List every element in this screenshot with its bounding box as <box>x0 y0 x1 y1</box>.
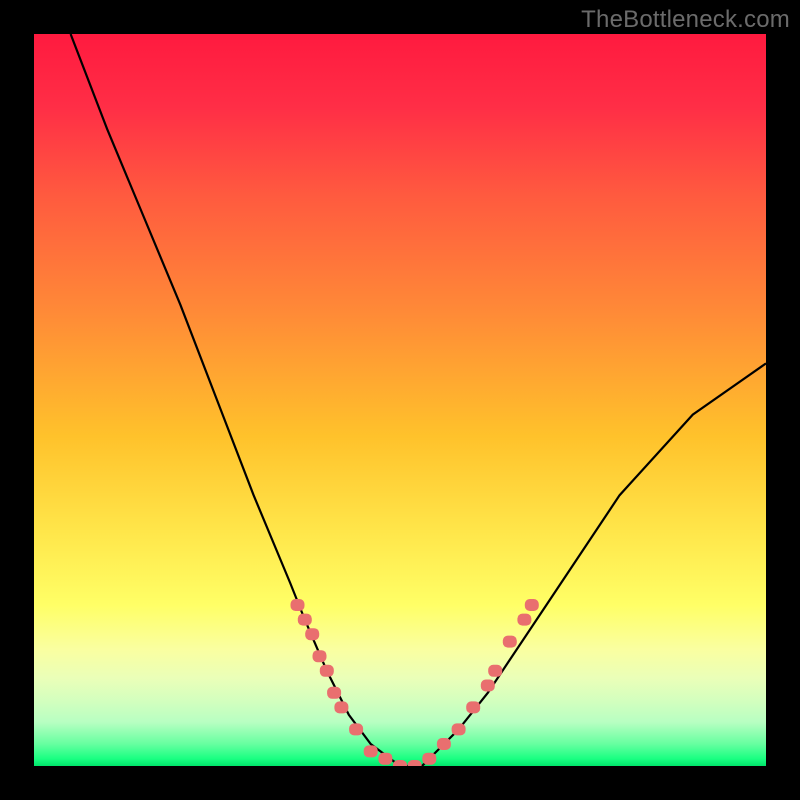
curve-marker <box>488 665 502 677</box>
curve-marker <box>503 636 517 648</box>
curve-markers <box>291 599 539 766</box>
curve-marker <box>437 738 451 750</box>
chart-frame: TheBottleneck.com <box>0 0 800 800</box>
curve-marker <box>349 723 363 735</box>
curve-marker <box>452 723 466 735</box>
curve-marker <box>334 701 348 713</box>
curve-marker <box>525 599 539 611</box>
watermark-text: TheBottleneck.com <box>581 6 790 34</box>
bottleneck-curve-path <box>71 34 766 766</box>
curve-marker <box>298 614 312 626</box>
curve-marker <box>422 753 436 765</box>
curve-marker <box>378 753 392 765</box>
curve-marker <box>393 760 407 766</box>
curve-marker <box>466 701 480 713</box>
curve-marker <box>305 628 319 640</box>
curve-marker <box>291 599 305 611</box>
curve-marker <box>408 760 422 766</box>
curve-marker <box>517 614 531 626</box>
curve-layer <box>34 34 766 766</box>
curve-marker <box>327 687 341 699</box>
curve-line <box>71 34 766 766</box>
curve-marker <box>313 650 327 662</box>
plot-area <box>34 34 766 766</box>
curve-marker <box>481 680 495 692</box>
curve-marker <box>364 745 378 757</box>
curve-marker <box>320 665 334 677</box>
